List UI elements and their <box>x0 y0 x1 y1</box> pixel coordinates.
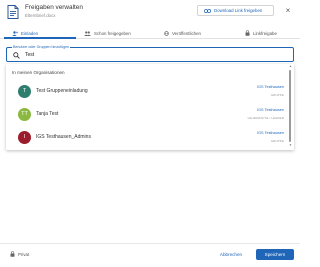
tab-bar: Einladen Schon freigegeben Veröffentlich… <box>0 27 300 39</box>
results-section-title: In meinen Organisationen <box>12 70 65 75</box>
tab-linkfreigabe[interactable]: Linkfreigabe <box>245 27 277 39</box>
people-icon <box>84 30 91 36</box>
close-icon: × <box>285 6 291 15</box>
result-item[interactable]: T Test Gruppeneinladung IGS Testhausen G… <box>6 81 288 103</box>
result-organisation: IGS Testhausen <box>257 131 284 135</box>
result-role: GRUPPE <box>270 93 284 97</box>
scroll-up-arrow-icon[interactable]: ▲ <box>289 65 292 68</box>
result-role: GRUPPE <box>270 139 284 143</box>
save-button[interactable]: Speichern <box>256 249 294 260</box>
search-icon <box>13 52 20 59</box>
result-item[interactable]: TT Tanja Test IGS Testhausen LEHRKRÄFTE … <box>6 104 288 126</box>
result-name: Tanja Test <box>36 111 59 117</box>
dialog-title: Freigaben verwalten <box>25 4 83 11</box>
result-role: LEHRKRÄFTE / LEHRER <box>247 116 284 120</box>
tab-veroeffentlichen[interactable]: Veröffentlichen <box>164 27 201 39</box>
file-name: Elternbrief.docx <box>25 13 56 18</box>
lock-icon <box>10 251 15 257</box>
person-add-icon <box>12 30 18 36</box>
active-tab-indicator <box>4 37 76 39</box>
result-organisation: IGS Testhausen <box>257 85 284 89</box>
lock-icon <box>245 30 250 36</box>
result-item[interactable]: I IGS Testhausen_Admins IGS Testhausen G… <box>6 127 288 149</box>
tab-schon-freigegeben[interactable]: Schon freigegeben <box>84 27 131 39</box>
result-name: IGS Testhausen_Admins <box>36 134 91 140</box>
globe-icon <box>164 30 169 36</box>
search-results-dropdown: In meinen Organisationen T Test Gruppene… <box>6 64 294 150</box>
avatar: I <box>18 131 31 144</box>
tab-label: Veröffentlichen <box>172 30 201 36</box>
tab-label: Schon freigegeben <box>94 30 131 36</box>
tab-label: Linkfreigabe <box>253 30 277 36</box>
close-button[interactable]: × <box>283 6 293 16</box>
download-link-label: Download Link freigeben <box>214 8 263 13</box>
scroll-down-arrow-icon[interactable]: ▼ <box>289 144 292 147</box>
scrollbar-thumb[interactable] <box>289 70 291 142</box>
privacy-status: Privat <box>10 251 29 257</box>
result-organisation: IGS Testhausen <box>257 108 284 112</box>
tab-label: Einladen <box>21 30 39 36</box>
cancel-button[interactable]: Abbrechen <box>210 249 252 260</box>
privacy-label: Privat <box>18 251 30 257</box>
avatar: T <box>18 85 31 98</box>
link-icon <box>204 8 211 13</box>
footer-divider <box>0 243 300 244</box>
result-name: Test Gruppeneinladung <box>36 88 88 94</box>
search-field[interactable]: Benutzer oder Gruppen hinzufügen <box>6 45 294 62</box>
document-icon <box>7 5 19 19</box>
dialog-header: Freigaben verwalten Elternbrief.docx Dow… <box>0 0 300 24</box>
download-link-button[interactable]: Download Link freigeben <box>197 5 274 16</box>
avatar: TT <box>18 108 31 121</box>
search-input[interactable] <box>25 50 275 60</box>
